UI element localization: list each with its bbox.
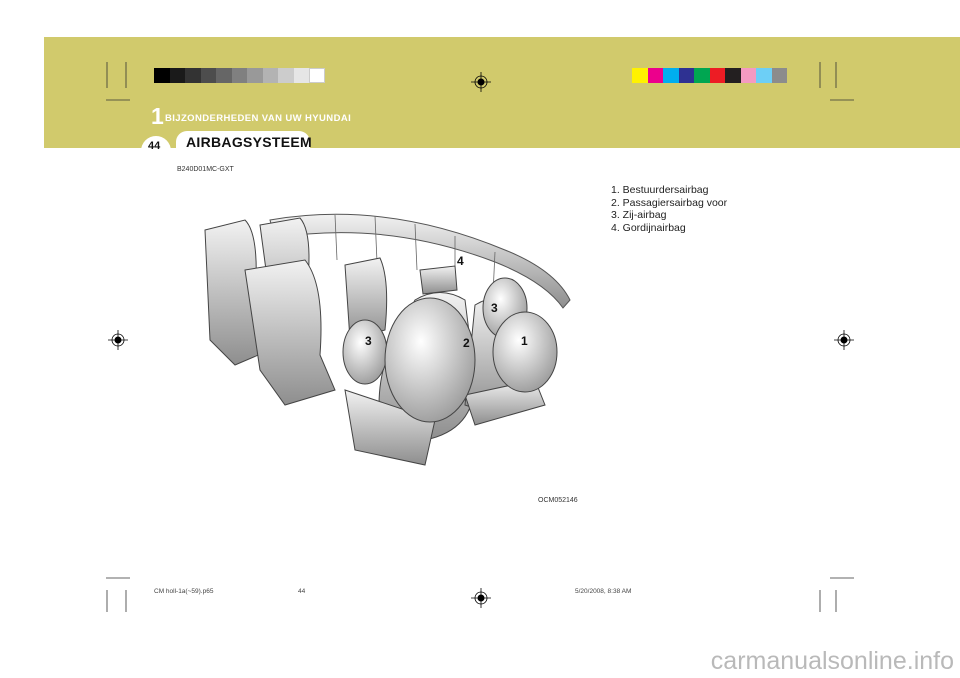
footer-timestamp: 5/20/2008, 8:38 AM — [575, 588, 632, 595]
legend-item: 1. Bestuurdersairbag — [611, 184, 709, 196]
legend-list: 1. Bestuurdersairbag 2. Passagiersairbag… — [611, 184, 727, 234]
footer-page-ref: 44 — [298, 588, 306, 595]
legend-item: 2. Passagiersairbag voor — [611, 196, 728, 209]
airbag-illustration: 1 2 3 3 4 — [204, 213, 571, 466]
footer-file-name: CM holl-1a(~59).p65 — [154, 588, 214, 595]
section-title: AIRBAGSYSTEEM — [186, 134, 313, 150]
callout-1: 1 — [521, 334, 528, 348]
figure-code: OCM052146 — [538, 497, 578, 504]
chapter-title: BIJZONDERHEDEN VAN UW HYUNDAI — [165, 113, 352, 124]
legend-item: 3. Zij-airbag — [611, 209, 667, 221]
legend-item: 4. Gordijnairbag — [611, 221, 686, 234]
callout-3-left: 3 — [365, 334, 372, 348]
watermark: carmanualsonline.info — [710, 647, 954, 675]
chapter-number: 1 — [151, 103, 164, 129]
callout-4: 4 — [457, 254, 464, 268]
document-code: B240D01MC-GXT — [177, 166, 234, 173]
page-number: 44 — [148, 140, 161, 152]
callout-3-right: 3 — [491, 301, 498, 315]
callout-2: 2 — [463, 336, 470, 350]
